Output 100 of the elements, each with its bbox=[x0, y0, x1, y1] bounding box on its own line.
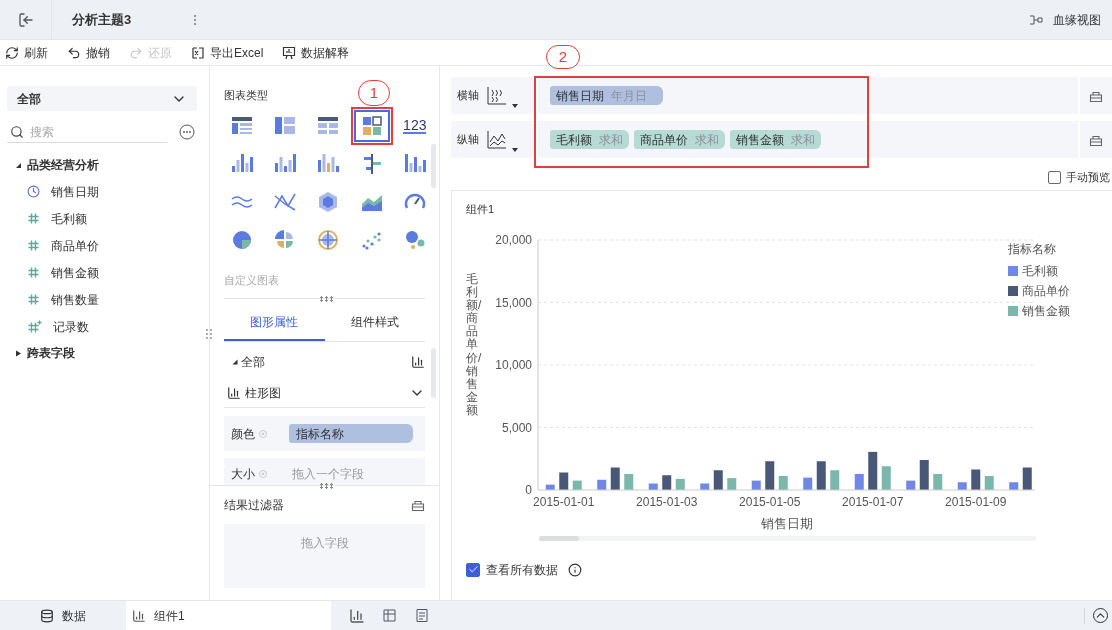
x-tick-label: 2015-01-05 bbox=[739, 494, 801, 509]
info-icon[interactable] bbox=[568, 562, 582, 577]
toolbar-button[interactable]: 导出Excel bbox=[191, 43, 264, 62]
bar bbox=[597, 479, 607, 490]
bar bbox=[868, 451, 878, 490]
bar bbox=[957, 481, 967, 490]
axis-chart-icon[interactable] bbox=[485, 85, 507, 106]
field-pill[interactable]: 商品单价 求和 bbox=[634, 130, 725, 149]
field-item[interactable]: 记录数 bbox=[7, 313, 202, 340]
undo-icon bbox=[67, 45, 81, 60]
toolbar-button[interactable]: 撤销 bbox=[67, 43, 110, 62]
add-report-icon[interactable] bbox=[415, 607, 431, 624]
legend-label: 销售金额 bbox=[1022, 302, 1070, 320]
checkbox[interactable] bbox=[466, 562, 480, 577]
y-tick-label: 10,000 bbox=[495, 357, 532, 372]
chart-type-icon bbox=[230, 228, 254, 252]
field-item[interactable]: 销售金额 bbox=[7, 259, 202, 286]
bar bbox=[854, 473, 864, 490]
chart-board-icon bbox=[282, 45, 297, 60]
search-field[interactable]: 搜索 bbox=[30, 122, 160, 141]
x-tick-label: 2015-01-07 bbox=[842, 494, 904, 509]
legend-title: 指标名称 bbox=[1008, 240, 1057, 258]
bar bbox=[572, 480, 582, 490]
annotation-marker: 2 bbox=[546, 45, 580, 69]
field-pill[interactable]: 销售金额 求和 bbox=[730, 130, 821, 149]
caret-icon[interactable] bbox=[512, 103, 518, 108]
exit-icon[interactable] bbox=[17, 11, 34, 28]
check-icon bbox=[467, 564, 479, 575]
more-icon[interactable] bbox=[179, 124, 195, 140]
bar bbox=[830, 469, 840, 490]
property-tab[interactable]: 组件样式 bbox=[324, 305, 425, 341]
bar bbox=[778, 475, 788, 490]
hash-icon bbox=[27, 212, 40, 225]
refresh-icon bbox=[5, 45, 19, 60]
bottom-tab[interactable]: 组件1 bbox=[126, 601, 331, 630]
bar bbox=[906, 480, 916, 490]
field-item[interactable]: 毛利额 bbox=[7, 205, 202, 232]
field-pill[interactable]: 指标名称 bbox=[289, 424, 413, 443]
tree-group[interactable]: 品类经营分析 bbox=[7, 152, 202, 178]
chart-type-button[interactable]: 123 bbox=[396, 110, 433, 142]
widget-title: 组件1 bbox=[466, 202, 496, 217]
y-tick-label: 0 bbox=[525, 482, 532, 497]
bar bbox=[881, 465, 891, 490]
bar bbox=[751, 480, 761, 490]
bar bbox=[545, 484, 555, 490]
bar bbox=[1009, 481, 1019, 490]
bar bbox=[816, 460, 826, 490]
splitter-handle-icon[interactable] bbox=[319, 483, 333, 489]
bar bbox=[1022, 467, 1032, 490]
axis-chart-icon[interactable] bbox=[485, 129, 507, 150]
bar bbox=[971, 469, 981, 490]
bar-chart-icon bbox=[227, 385, 241, 400]
field-pill[interactable]: 毛利额 求和 bbox=[550, 130, 629, 149]
drag-handle-icon[interactable] bbox=[206, 328, 212, 340]
hash-plus-icon bbox=[27, 320, 42, 333]
lineage-view-button[interactable]: 血缘视图 bbox=[1029, 10, 1101, 29]
chart-icon bbox=[132, 608, 146, 623]
bar bbox=[700, 483, 710, 490]
bar bbox=[624, 473, 634, 490]
chart-type-button[interactable] bbox=[353, 110, 390, 142]
horizontal-scrollbar[interactable] bbox=[539, 535, 1036, 541]
y-tick-label: 5,000 bbox=[501, 420, 532, 434]
splitter-handle-icon[interactable] bbox=[319, 296, 333, 302]
property-label: 大小 bbox=[231, 466, 255, 483]
toolbar-button[interactable]: 刷新 bbox=[5, 43, 48, 62]
property-tab[interactable]: 图形属性 bbox=[224, 305, 325, 341]
field-item[interactable]: 商品单价 bbox=[7, 232, 202, 259]
bar bbox=[648, 483, 658, 490]
bar bbox=[765, 460, 775, 490]
y-tick-label: 20,000 bbox=[495, 232, 532, 247]
bar bbox=[559, 472, 569, 490]
group-label: 品类经营分析 bbox=[27, 157, 99, 174]
checkbox[interactable] bbox=[1048, 170, 1061, 184]
add-chart-icon[interactable] bbox=[349, 607, 365, 624]
bar bbox=[727, 477, 737, 490]
page-title: 分析主题3 bbox=[72, 10, 132, 29]
caret-icon[interactable] bbox=[512, 147, 518, 152]
field-item[interactable]: 销售数量 bbox=[7, 286, 202, 313]
database-icon bbox=[40, 608, 54, 623]
tree-group[interactable]: 跨表字段 bbox=[7, 340, 202, 366]
drop-zone-hint: 拖入一个字段 bbox=[292, 466, 364, 483]
chart-kind-dropdown[interactable]: 柱形图 bbox=[224, 378, 425, 408]
add-table-icon[interactable] bbox=[382, 607, 398, 624]
toolbar-button[interactable]: 数据解释 bbox=[282, 43, 350, 62]
legend-label: 商品单价 bbox=[1022, 282, 1070, 300]
checkbox-label: 手动预览 bbox=[1066, 169, 1110, 185]
group-label: 跨表字段 bbox=[27, 345, 75, 362]
more-icon[interactable] bbox=[193, 13, 198, 26]
y-tick-label: 15,000 bbox=[495, 295, 532, 309]
bar bbox=[933, 473, 943, 490]
x-axis-title: 销售日期 bbox=[760, 515, 813, 531]
lineage-icon bbox=[1029, 13, 1045, 26]
bar bbox=[919, 459, 929, 490]
x-tick-label: 2015-01-03 bbox=[636, 494, 698, 509]
field-item[interactable]: 销售日期 bbox=[7, 178, 202, 205]
scope-dropdown[interactable]: 全部 bbox=[7, 86, 197, 111]
property-label: 颜色 bbox=[231, 425, 255, 443]
bar-chart-icon[interactable] bbox=[411, 355, 425, 369]
bar bbox=[803, 477, 813, 490]
field-pill[interactable]: 销售日期 年月日 bbox=[550, 86, 663, 105]
